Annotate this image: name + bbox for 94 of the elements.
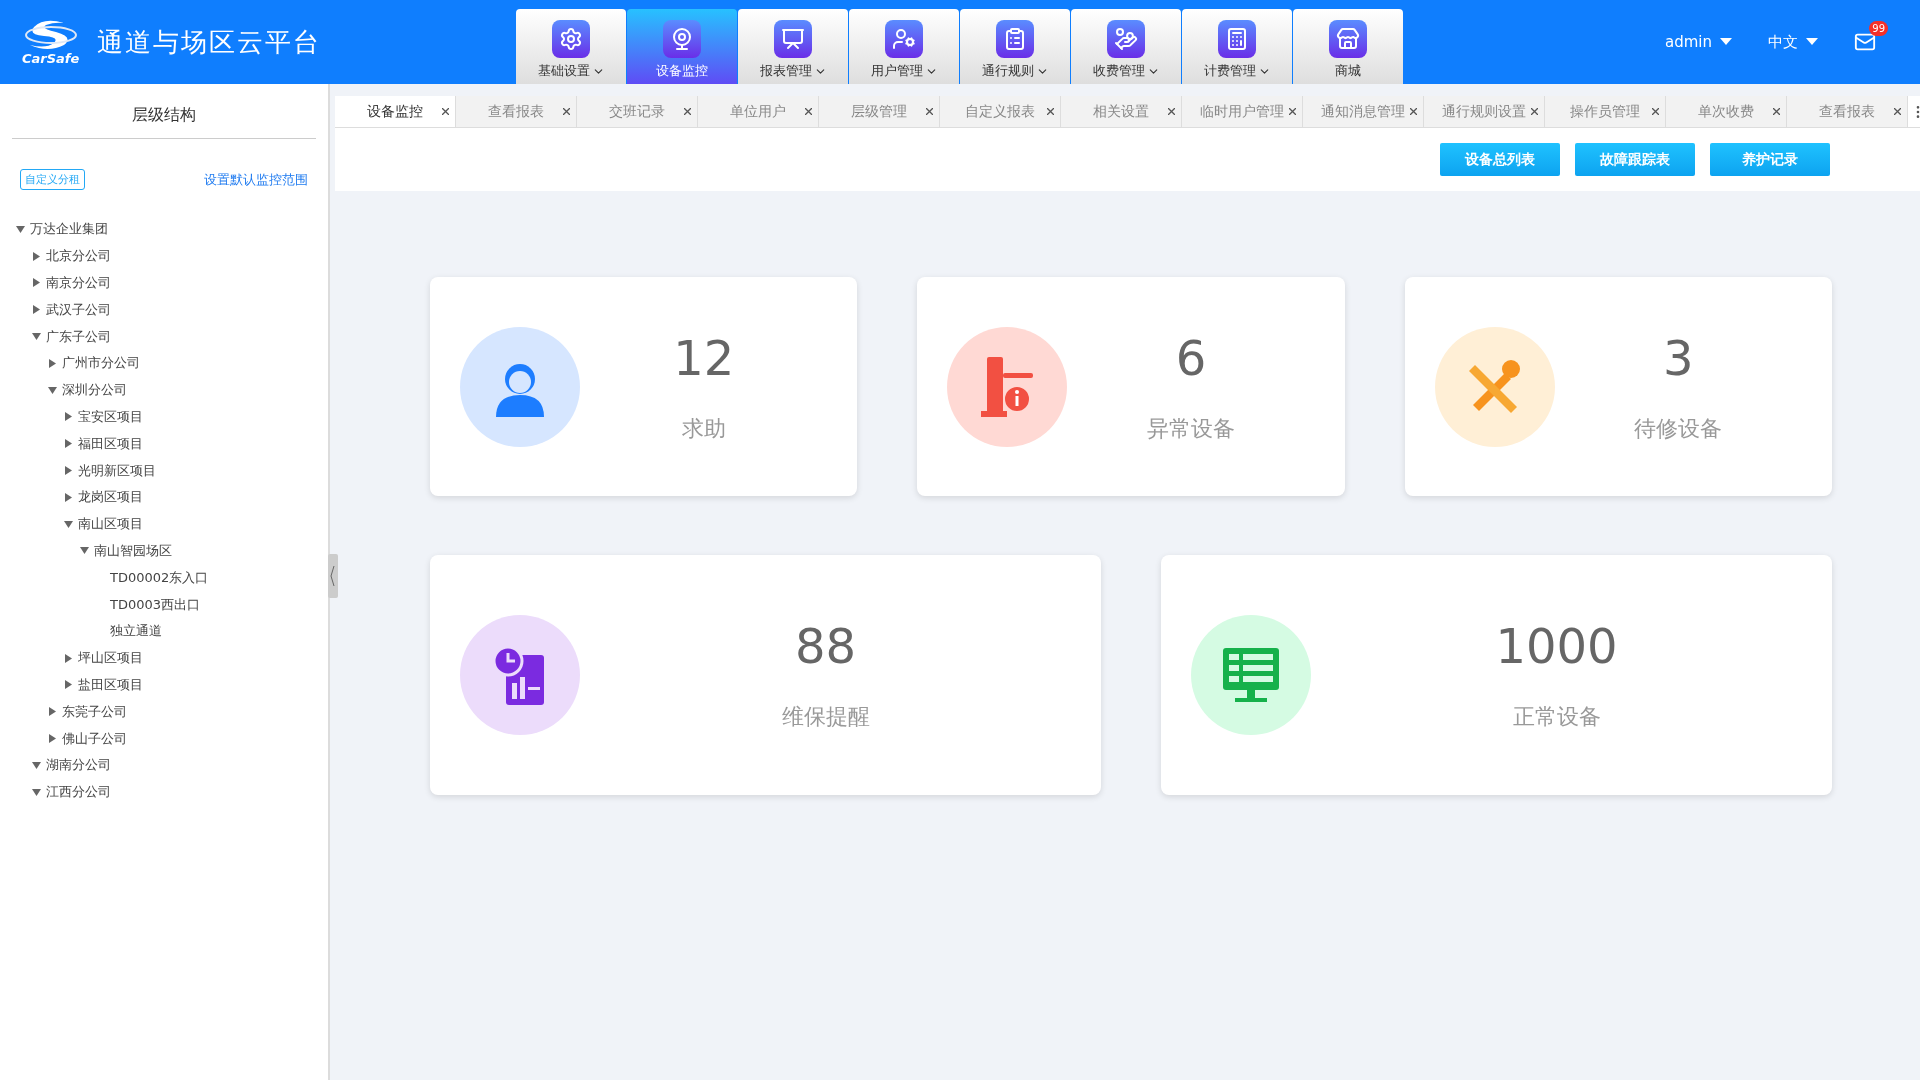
- collapsed-arrow-icon[interactable]: [64, 653, 73, 663]
- module-icon: [663, 20, 701, 58]
- close-icon[interactable]: [1894, 108, 1901, 115]
- stat-value: 3: [1663, 329, 1694, 386]
- user-menu[interactable]: admin: [1665, 33, 1732, 51]
- module-icon: [1107, 20, 1145, 58]
- collapsed-arrow-icon[interactable]: [32, 251, 41, 261]
- tree-item[interactable]: 独立通道: [110, 622, 162, 641]
- collapse-handle[interactable]: [328, 554, 338, 598]
- module-icon: [552, 20, 590, 58]
- stat-label: 待修设备: [1634, 414, 1723, 443]
- close-icon[interactable]: [1168, 108, 1175, 115]
- stat-label: 异常设备: [1147, 414, 1235, 443]
- stat-value: 12: [673, 329, 735, 386]
- close-icon[interactable]: [1652, 108, 1659, 115]
- monitor-list-icon: [1221, 646, 1281, 704]
- tree-item[interactable]: 深圳分公司: [62, 381, 127, 400]
- tree-item[interactable]: 坪山区项目: [78, 649, 143, 668]
- expanded-arrow-icon[interactable]: [16, 224, 25, 234]
- stat-value: 1000: [1495, 618, 1618, 674]
- module-icon: [996, 20, 1034, 58]
- app-title: 通道与场区云平台: [97, 25, 322, 59]
- close-icon[interactable]: [805, 108, 812, 115]
- tree-item[interactable]: 武汉子公司: [46, 300, 111, 319]
- collapsed-arrow-icon[interactable]: [64, 439, 73, 449]
- expanded-arrow-icon[interactable]: [32, 787, 41, 797]
- nav-tab[interactable]: 计费管理: [1182, 9, 1292, 84]
- stat-label: 求助: [681, 414, 726, 443]
- collapsed-arrow-icon[interactable]: [48, 358, 57, 368]
- tree-item[interactable]: 盐田区项目: [78, 675, 143, 694]
- module-icon: [1218, 20, 1256, 58]
- tree-item[interactable]: 南山智园场区: [94, 541, 172, 560]
- tree-item[interactable]: 江西分公司: [46, 783, 111, 802]
- tree-item[interactable]: TD00002东入口: [110, 568, 209, 587]
- tree-item[interactable]: 广东子公司: [46, 327, 111, 346]
- tree-item[interactable]: 光明新区项目: [78, 461, 156, 480]
- page-tab[interactable]: 设备监控: [335, 96, 456, 127]
- collapsed-arrow-icon[interactable]: [64, 466, 73, 476]
- expanded-arrow-icon[interactable]: [64, 519, 73, 529]
- nav-tab[interactable]: 设备监控: [627, 9, 737, 84]
- close-icon[interactable]: [1410, 108, 1417, 115]
- logo-text: CarSafe: [22, 50, 80, 66]
- tree-item[interactable]: TD0003西出口: [110, 595, 201, 614]
- close-icon[interactable]: [684, 108, 691, 115]
- caret-icon: [1806, 38, 1818, 46]
- close-icon[interactable]: [442, 108, 449, 115]
- collapsed-arrow-icon[interactable]: [64, 680, 73, 690]
- module-icon: [1329, 20, 1367, 58]
- stat-label: 正常设备: [1512, 703, 1601, 731]
- nav-tab[interactable]: 基础设置: [516, 9, 626, 84]
- nav-tab[interactable]: 商城: [1293, 9, 1403, 84]
- unread-badge: 99: [1869, 21, 1888, 36]
- caret-icon: [1720, 38, 1732, 46]
- stat-value: 6: [1175, 329, 1207, 386]
- expanded-arrow-icon[interactable]: [32, 332, 41, 342]
- collapsed-arrow-icon[interactable]: [64, 412, 73, 422]
- tree-item[interactable]: 湖南分公司: [46, 756, 111, 775]
- collapsed-arrow-icon[interactable]: [32, 305, 41, 315]
- tree-item[interactable]: 南京分公司: [46, 274, 111, 292]
- expanded-arrow-icon[interactable]: [48, 385, 57, 395]
- module-icon: [774, 20, 812, 58]
- tree-item[interactable]: 广州市分公司: [62, 354, 140, 373]
- nav-tab[interactable]: 收费管理: [1071, 9, 1181, 84]
- panel-title: 层级结构: [12, 93, 316, 139]
- language-menu[interactable]: 中文: [1768, 32, 1818, 52]
- tree-item[interactable]: 东莞子公司: [62, 702, 127, 721]
- expanded-arrow-icon[interactable]: [32, 760, 41, 770]
- tree-item[interactable]: 北京分公司: [46, 247, 111, 266]
- mail-icon[interactable]: [1854, 31, 1876, 53]
- collapsed-arrow-icon[interactable]: [48, 734, 57, 744]
- logo-icon: [23, 18, 78, 51]
- default-scope-link[interactable]: 设置默认监控范围: [204, 170, 308, 189]
- nav-tab[interactable]: 用户管理: [849, 9, 959, 84]
- tree-item[interactable]: 万达企业集团: [30, 220, 108, 239]
- tree-item[interactable]: 龙岗区项目: [78, 488, 143, 507]
- close-icon[interactable]: [1047, 108, 1054, 115]
- stat-value: 88: [794, 618, 857, 674]
- module-icon: [885, 20, 923, 58]
- tree-item[interactable]: 宝安区项目: [78, 407, 143, 426]
- stat-label: 维保提醒: [781, 703, 870, 731]
- close-icon[interactable]: [1773, 108, 1780, 115]
- tree-item[interactable]: 佛山子公司: [62, 729, 127, 748]
- nav-tab[interactable]: 通行规则: [960, 9, 1070, 84]
- nav-tab[interactable]: 报表管理: [738, 9, 848, 84]
- close-icon[interactable]: [1531, 108, 1538, 115]
- tree-item[interactable]: 福田区项目: [78, 434, 143, 453]
- tree-item[interactable]: 南山区项目: [78, 515, 143, 534]
- collapsed-arrow-icon[interactable]: [32, 278, 41, 288]
- expanded-arrow-icon[interactable]: [80, 546, 89, 556]
- collapsed-arrow-icon[interactable]: [64, 492, 73, 502]
- collapsed-arrow-icon[interactable]: [48, 707, 57, 717]
- close-icon[interactable]: [1289, 108, 1296, 115]
- close-icon[interactable]: [926, 108, 933, 115]
- close-icon[interactable]: [563, 108, 570, 115]
